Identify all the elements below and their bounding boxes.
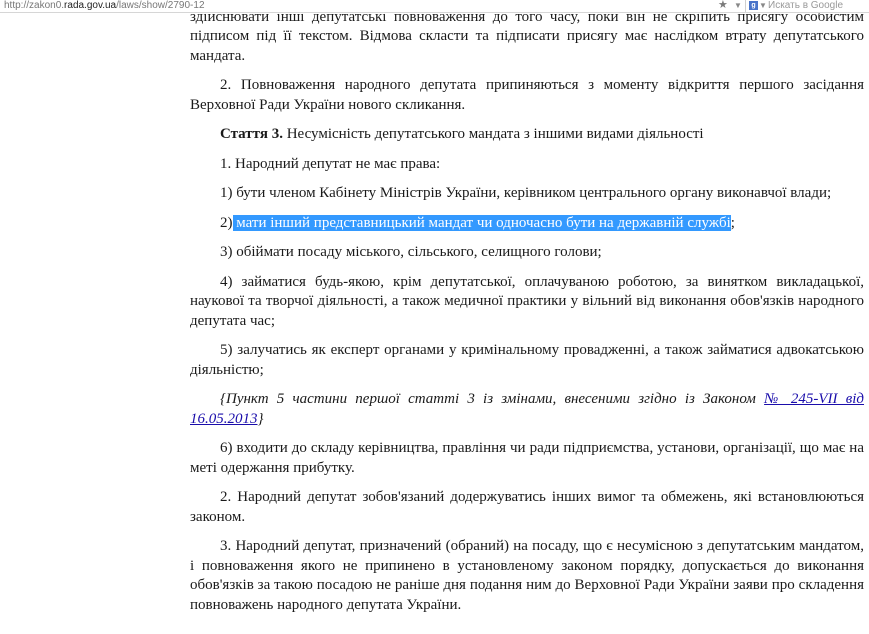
list-item-2[interactable]: 2) мати інший представницький мандат чи … [190, 214, 864, 234]
list-item-3: 3) обіймати посаду міського, сільського,… [220, 244, 602, 260]
search-engine-dropdown-icon[interactable]: ▼ [759, 0, 767, 12]
history-dropdown-icon[interactable]: ▼ [734, 0, 742, 12]
amendment-note-end: } [257, 410, 264, 427]
law-text: Народний депутат не може брати участі у … [190, 0, 864, 625]
list-item-4: 4) займатися будь-якою, крім депутатсько… [190, 273, 864, 329]
url-prefix: http://zakon0. [4, 0, 65, 11]
list-item-2-number: 2) [220, 214, 233, 231]
article-number: Стаття 3. [220, 126, 283, 142]
list-item-2-end: ; [730, 214, 735, 231]
bookmark-star-icon[interactable]: ★ [718, 0, 728, 11]
browser-address-bar[interactable]: http://zakon0.rada.gov.ua/laws/show/2790… [0, 0, 869, 13]
url-field[interactable]: http://zakon0.rada.gov.ua/laws/show/2790… [4, 0, 205, 12]
paragraph-restrictions-intro: 1. Народний депутат не має права: [220, 155, 441, 172]
paragraph-other-requirements: 2. Народний депутат зобов'язаний додержу… [190, 489, 864, 525]
paragraph-incompatible-position: 3. Народний депутат, призначений (обрани… [190, 538, 864, 613]
list-item-5: 5) залучатись як експерт органами у крим… [190, 342, 864, 378]
article-title: Несумісність депутатського мандата з інш… [282, 126, 704, 142]
search-input[interactable]: Искать в Google [768, 0, 843, 12]
url-host: rada.gov.ua [64, 0, 117, 11]
search-box[interactable]: g ▼ Искать в Google [745, 0, 869, 12]
amendment-note-text: {Пункт 5 частини першої статті 3 із змін… [220, 391, 765, 407]
paragraph-powers-termination: 2. Повноваження народного депутата припи… [190, 77, 864, 113]
google-search-engine-icon[interactable]: g [749, 1, 758, 10]
list-item-1: 1) бути членом Кабінету Міністрів Україн… [220, 185, 832, 201]
list-item-6: 6) входити до складу керівництва, правлі… [190, 440, 864, 476]
article-heading: Стаття 3. Несумісність депутатського ман… [190, 125, 864, 145]
amendment-note: {Пункт 5 частини першої статті 3 із змін… [190, 390, 864, 429]
selected-text[interactable]: мати інший представницький мандат чи одн… [232, 214, 731, 231]
url-path: /laws/show/2790-12 [116, 0, 205, 11]
